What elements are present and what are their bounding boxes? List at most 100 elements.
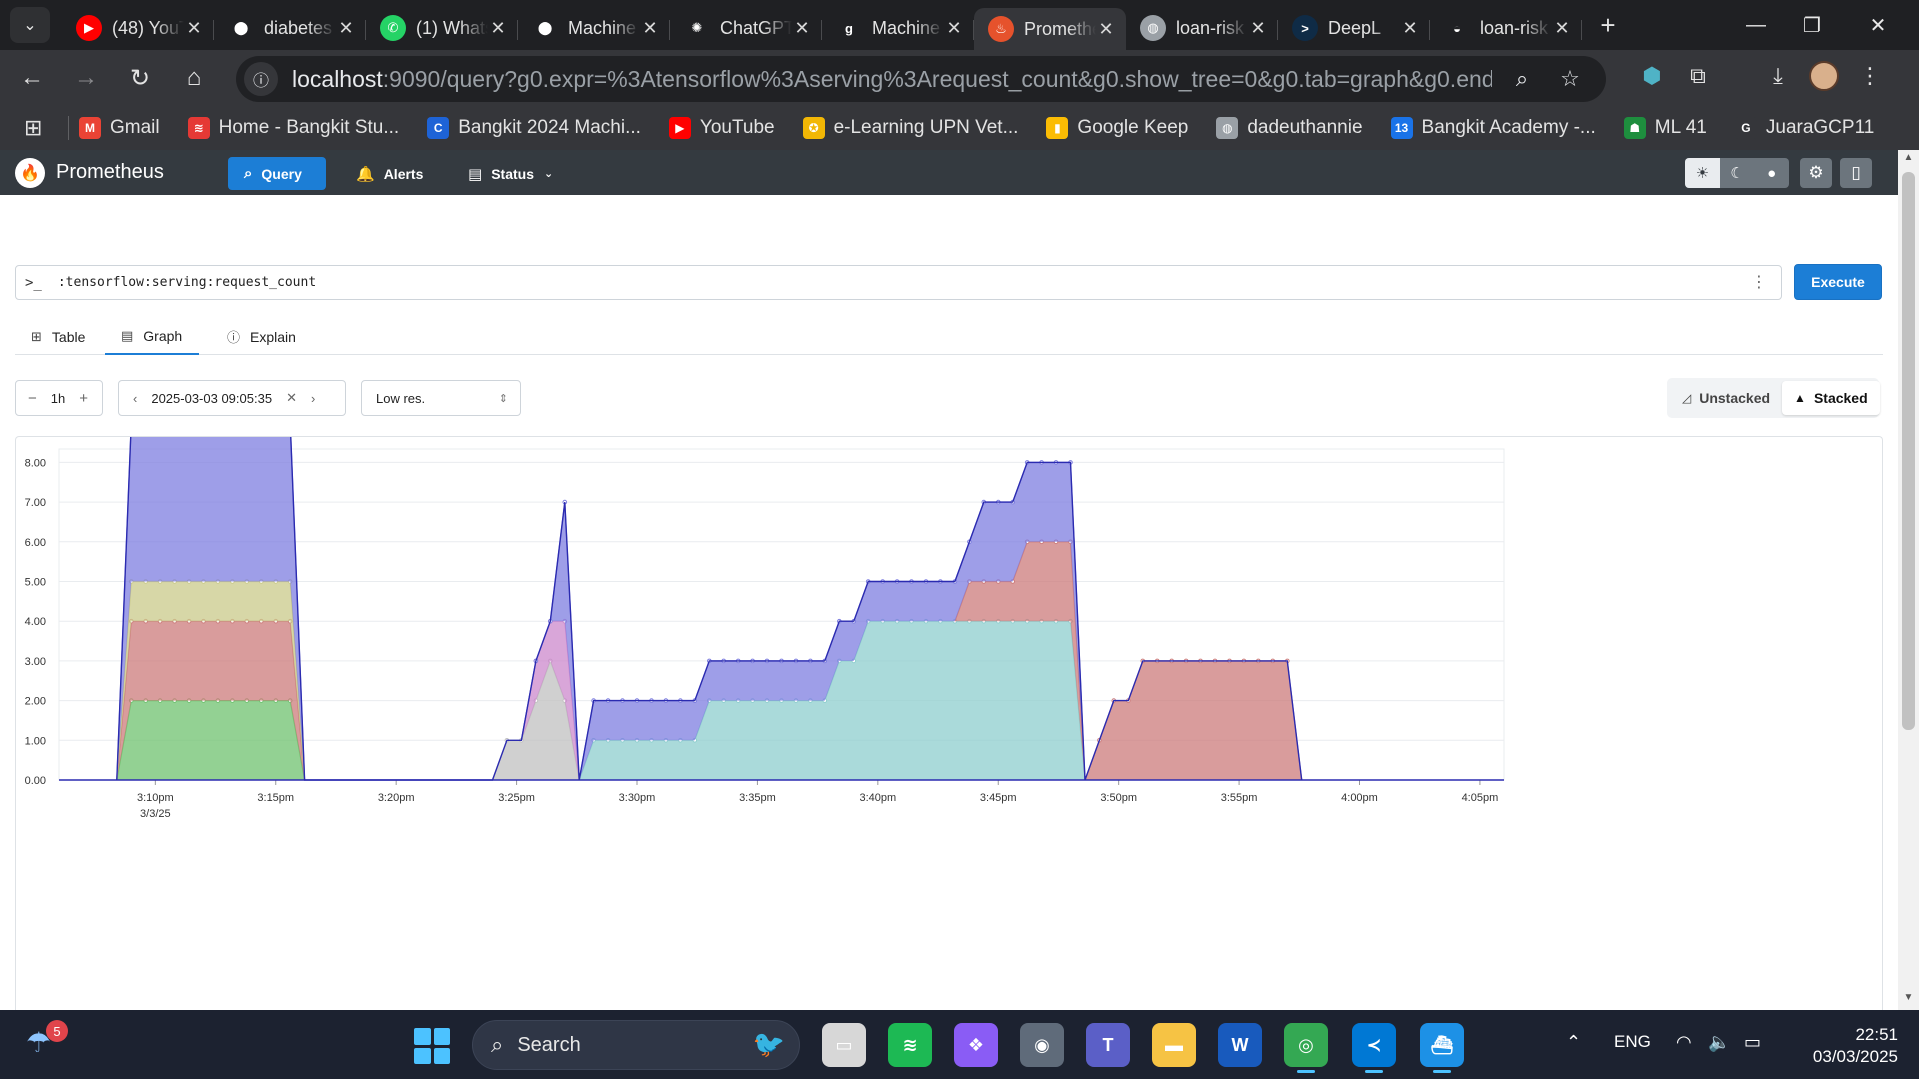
browser-tab[interactable]: ⬤ diabetes ✕ — [214, 8, 366, 48]
bookmark-item[interactable]: G JuaraGCP11 — [1734, 117, 1874, 139]
taskbar-chrome-icon[interactable]: ◎ — [1284, 1023, 1328, 1073]
series-area[interactable] — [1085, 660, 1302, 780]
bookmark-item[interactable]: ☗ ML 41 — [1623, 117, 1707, 139]
prometheus-logo-icon[interactable]: 🔥 — [15, 157, 45, 188]
taskbar-clock[interactable]: 22:51 03/03/2025 — [1778, 1024, 1898, 1068]
unstacked-option[interactable]: ◿ Unstacked — [1670, 381, 1782, 415]
tab-table[interactable]: ⊞ Table — [15, 318, 101, 355]
tab-graph[interactable]: ▤ Graph — [105, 318, 199, 355]
next-time-chevron-right-icon[interactable]: › — [311, 391, 315, 406]
clear-time-x-icon[interactable]: ✕ — [286, 390, 297, 406]
profile-avatar[interactable] — [1806, 58, 1842, 94]
query-expression-input[interactable]: >_ :tensorflow:serving:request_count ⋮ — [15, 265, 1782, 300]
close-tab-icon[interactable]: ✕ — [944, 18, 964, 39]
series-area[interactable] — [116, 700, 305, 780]
close-tab-icon[interactable]: ✕ — [488, 18, 508, 39]
browser-tab[interactable]: ▶ (48) YouTube✕ — [62, 8, 214, 48]
back-arrow-icon[interactable]: ← — [10, 56, 54, 100]
dark-theme-moon-icon[interactable]: ☾ — [1720, 158, 1755, 188]
nav-query-button[interactable]: ⌕ Query — [228, 157, 326, 190]
taskbar-docker-icon[interactable]: ⛴ — [1420, 1023, 1464, 1073]
brand-name[interactable]: Prometheus — [56, 161, 164, 184]
wifi-icon[interactable]: ◠ — [1676, 1032, 1692, 1053]
taskbar-folder-icon[interactable]: ▬ — [1152, 1023, 1196, 1067]
extensions-puzzle-icon[interactable]: ⧉ — [1680, 58, 1716, 94]
scroll-up-arrow-icon[interactable]: ▲ — [1898, 152, 1919, 163]
settings-gear-icon[interactable]: ⚙ — [1800, 158, 1832, 188]
close-tab-icon[interactable]: ✕ — [184, 18, 204, 39]
increase-range-plus-icon[interactable]: + — [79, 390, 88, 407]
scroll-down-arrow-icon[interactable]: ▼ — [1898, 992, 1919, 1003]
browser-tab[interactable]: g Machine ✕ — [822, 8, 974, 48]
language-indicator[interactable]: ENG — [1614, 1032, 1651, 1052]
bookmark-star-icon[interactable]: ☆ — [1554, 63, 1586, 95]
browser-tab[interactable]: ◒ loan-risk ✕ — [1430, 8, 1582, 48]
tab-search-chevron-icon[interactable]: ⌄ — [10, 7, 50, 43]
close-tab-icon[interactable]: ✕ — [1552, 18, 1572, 39]
bookmark-item[interactable]: ▮ Google Keep — [1046, 117, 1188, 139]
windows-start-icon[interactable] — [414, 1028, 450, 1064]
bookmark-item[interactable]: ≋ Home - Bangkit Stu... — [187, 117, 399, 139]
close-tab-icon[interactable]: ✕ — [1248, 18, 1268, 39]
range-value[interactable]: 1h — [51, 391, 65, 406]
taskbar-vscode-icon[interactable]: ≺ — [1352, 1023, 1396, 1073]
taskbar-search-box[interactable]: ⌕ Search 🐦 — [472, 1020, 800, 1070]
auto-theme-person-icon[interactable]: ● — [1754, 158, 1789, 188]
close-tab-icon[interactable]: ✕ — [792, 18, 812, 39]
bookmark-item[interactable]: ▶ YouTube — [668, 117, 775, 139]
stacked-option[interactable]: ▲ Stacked — [1782, 381, 1880, 415]
documentation-book-icon[interactable]: ▯ — [1840, 158, 1872, 188]
restore-icon[interactable]: ❐ — [1784, 0, 1840, 50]
bookmark-item[interactable]: M Gmail — [79, 117, 160, 139]
new-tab-plus-icon[interactable]: + — [1590, 10, 1626, 41]
browser-menu-icon[interactable]: ⋮ — [1852, 58, 1888, 94]
query-expression-text[interactable]: :tensorflow:serving:request_count — [58, 275, 316, 290]
browser-tab[interactable]: ⬤ Machine ✕ — [518, 8, 670, 48]
bookmark-item[interactable]: C Bangkit 2024 Machi... — [427, 117, 641, 139]
extension-hex-icon[interactable]: ⬢ — [1634, 58, 1670, 94]
battery-icon[interactable]: ▭ — [1744, 1032, 1761, 1053]
query-options-kebab-icon[interactable]: ⋮ — [1751, 272, 1767, 292]
bookmark-item[interactable]: ✪ e-Learning UPN Vet... — [802, 117, 1018, 139]
nav-status-dropdown[interactable]: ▤ Status ⌄ — [452, 157, 569, 190]
minimize-icon[interactable]: — — [1728, 0, 1784, 50]
show-hidden-icons-chevron-icon[interactable]: ⌃ — [1566, 1032, 1581, 1053]
bookmark-item[interactable]: 13 Bangkit Academy -... — [1390, 117, 1596, 139]
browser-tab[interactable]: ♨ Prometheus✕ — [974, 8, 1126, 50]
close-window-icon[interactable]: ✕ — [1850, 0, 1906, 50]
taskbar-file-explorer-icon[interactable]: ▭ — [822, 1023, 866, 1067]
page-scrollbar[interactable]: ▲ ▼ — [1898, 150, 1919, 1010]
home-icon[interactable]: ⌂ — [172, 56, 216, 100]
close-tab-icon[interactable]: ✕ — [1400, 18, 1420, 39]
end-time-value[interactable]: 2025-03-03 09:05:35 — [151, 391, 272, 406]
taskbar-spotify-icon[interactable]: ≋ — [888, 1023, 932, 1067]
browser-tab[interactable]: > DeepL ✕ — [1278, 8, 1430, 48]
apps-grid-icon[interactable]: ⊞ — [24, 115, 54, 141]
close-tab-icon[interactable]: ✕ — [640, 18, 660, 39]
zoom-magnifier-icon[interactable]: ⌕ — [1506, 63, 1538, 95]
taskbar-camera-icon[interactable]: ◉ — [1020, 1023, 1064, 1067]
taskbar-copilot-icon[interactable]: ❖ — [954, 1023, 998, 1067]
forward-arrow-icon[interactable]: → — [64, 56, 108, 100]
browser-tab[interactable]: ✆ (1) WhatsApp✕ — [366, 8, 518, 48]
browser-tab[interactable]: ◍ loan-risk ✕ — [1126, 8, 1278, 48]
previous-time-chevron-left-icon[interactable]: ‹ — [133, 391, 137, 406]
light-theme-sun-icon[interactable]: ☀ — [1685, 158, 1720, 188]
resolution-select[interactable]: Low res. ⇕ — [361, 380, 521, 416]
taskbar-word-icon[interactable]: W — [1218, 1023, 1262, 1067]
downloads-icon[interactable]: ⤓ — [1760, 58, 1796, 94]
volume-speaker-icon[interactable]: 🔈 — [1708, 1032, 1730, 1053]
nav-alerts-button[interactable]: 🔔 Alerts — [340, 157, 439, 190]
address-bar[interactable]: ⓘ localhost:9090/query?g0.expr=%3Atensor… — [236, 56, 1606, 102]
request-count-chart[interactable]: 0.001.002.003.004.005.006.007.008.009.00… — [16, 437, 1882, 1010]
site-info-icon[interactable]: ⓘ — [244, 62, 278, 96]
browser-tab[interactable]: ✺ ChatGPT ✕ — [670, 8, 822, 48]
close-tab-icon[interactable]: ✕ — [1096, 19, 1116, 40]
tab-explain[interactable]: ⓘ Explain — [211, 318, 312, 355]
execute-button[interactable]: Execute — [1794, 264, 1882, 300]
bookmark-item[interactable]: ◍ dadeuthannie — [1216, 117, 1363, 139]
taskbar-teams-icon[interactable]: T — [1086, 1023, 1130, 1067]
address-url[interactable]: localhost:9090/query?g0.expr=%3Atensorfl… — [292, 66, 1492, 93]
close-tab-icon[interactable]: ✕ — [336, 18, 356, 39]
reload-icon[interactable]: ↻ — [118, 56, 162, 100]
